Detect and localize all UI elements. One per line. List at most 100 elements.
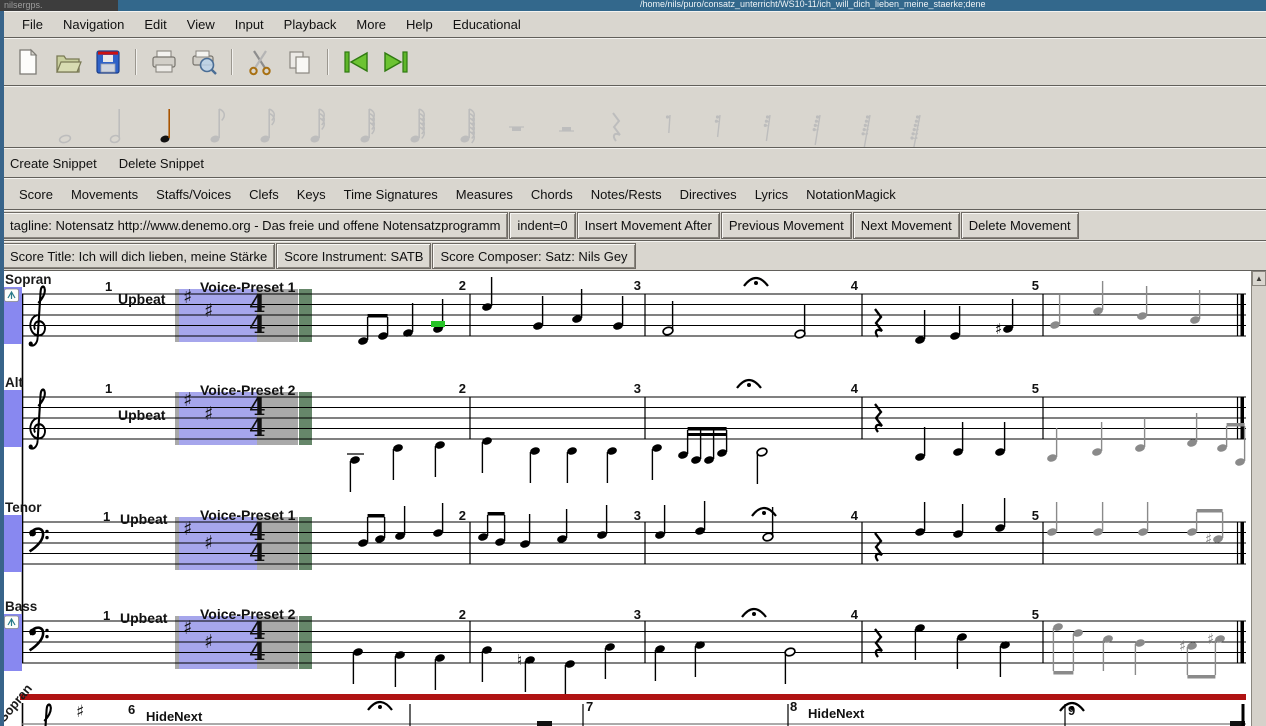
time-signature[interactable]: 4 (249, 637, 266, 666)
menu-movements[interactable]: Movements (62, 184, 147, 205)
delete-snippet-button[interactable]: Delete Snippet (119, 156, 204, 171)
measure-number: 4 (851, 508, 859, 523)
palette-sixteenth-rest[interactable] (692, 97, 742, 147)
staff-side-box[interactable] (2, 515, 22, 572)
menu-navigation[interactable]: Navigation (53, 14, 134, 35)
accidental-sharp: ♯ (1205, 530, 1212, 548)
score-title-button[interactable]: Score Title: Ich will dich lieben, meine… (2, 243, 275, 269)
print-preview-button[interactable] (187, 45, 221, 79)
menu-directives[interactable]: Directives (671, 184, 746, 205)
window-title-path: /home/nils/puro/consatz_unterricht/WS10-… (640, 0, 986, 10)
fermata-dot (752, 612, 756, 616)
menu-score[interactable]: Score (10, 184, 62, 205)
time-signature[interactable]: 4 (249, 310, 266, 339)
palette-whole-rest[interactable] (492, 97, 542, 147)
create-snippet-button[interactable]: Create Snippet (10, 156, 97, 171)
palette-onetwentyeighth-rest[interactable] (842, 97, 892, 147)
save-button[interactable] (91, 45, 125, 79)
menu-help[interactable]: Help (396, 14, 443, 35)
menu-staffs-voices[interactable]: Staffs/Voices (147, 184, 240, 205)
insert-movement-after-button[interactable]: Insert Movement After (577, 212, 720, 239)
menu-view[interactable]: View (177, 14, 225, 35)
menu-lyrics[interactable]: Lyrics (746, 184, 797, 205)
measure-number: 2 (459, 607, 466, 622)
menu-edit[interactable]: Edit (134, 14, 176, 35)
staff-label-tenor: Tenor (5, 500, 42, 515)
copy-button[interactable] (283, 45, 317, 79)
cut-button[interactable] (243, 45, 277, 79)
menu-more[interactable]: More (346, 14, 396, 35)
indent-button[interactable]: indent=0 (509, 212, 575, 239)
tagline-button[interactable]: tagline: Notensatz http://www.denemo.org… (2, 212, 508, 239)
score-directives-row: tagline: Notensatz http://www.denemo.org… (0, 210, 1266, 241)
time-signature[interactable]: 4 (249, 413, 266, 442)
bass-clef-dot (45, 530, 48, 533)
beam (1197, 509, 1223, 513)
palette-onetwentyeighth-note[interactable] (392, 97, 442, 147)
palette-thirtysecond-rest[interactable] (742, 97, 792, 147)
palette-half-rest[interactable] (542, 97, 592, 147)
fermata-dot (747, 383, 751, 387)
vertical-scrollbar[interactable]: ▲ (1251, 271, 1266, 726)
print-button[interactable] (147, 45, 181, 79)
cut-scissors-icon (246, 48, 274, 76)
menu-notes-rests[interactable]: Notes/Rests (582, 184, 671, 205)
hidenext-label: HideNext (146, 709, 203, 724)
go-first-icon (341, 48, 371, 76)
menu-educational[interactable]: Educational (443, 14, 531, 35)
scrollbar-up-arrow[interactable]: ▲ (1252, 271, 1266, 286)
palette-twofiftysixth-rest[interactable] (892, 97, 942, 147)
score-instrument-button[interactable]: Score Instrument: SATB (276, 243, 431, 269)
palette-eighth-note[interactable] (192, 97, 242, 147)
staff-label-sopran: Sopran (5, 272, 52, 287)
measure-number: 1 (105, 279, 112, 294)
menu-playback[interactable]: Playback (274, 14, 347, 35)
menu-file[interactable]: File (12, 14, 53, 35)
menu-time-signatures[interactable]: Time Signatures (335, 184, 447, 205)
new-document-button[interactable] (11, 45, 45, 79)
delete-movement-button[interactable]: Delete Movement (961, 212, 1079, 239)
key-signature-sharp: ♯ (204, 631, 213, 653)
open-button[interactable] (51, 45, 85, 79)
measure-number: 3 (634, 508, 641, 523)
go-to-end-button[interactable] (379, 45, 413, 79)
palette-quarter-rest[interactable] (592, 97, 642, 147)
upbeat-label: Upbeat (118, 291, 166, 307)
palette-sixteenth-note[interactable] (242, 97, 292, 147)
bass-clef-dot (45, 635, 48, 638)
input-cursor[interactable] (431, 321, 445, 327)
palette-half-note[interactable] (92, 97, 142, 147)
menu-clefs[interactable]: Clefs (240, 184, 288, 205)
measure-number: 5 (1032, 278, 1039, 293)
measure-number: 6 (128, 702, 135, 717)
palette-twofiftysixth-note[interactable] (442, 97, 492, 147)
next-movement-button[interactable]: Next Movement (853, 212, 960, 239)
key-signature-sharp: ♯ (76, 702, 84, 722)
fermata-dot (762, 511, 766, 515)
quarter-rest[interactable] (875, 533, 882, 561)
measure-number: 5 (1032, 607, 1039, 622)
palette-sixtyfourth-rest[interactable] (792, 97, 842, 147)
time-signature[interactable]: 4 (249, 538, 266, 567)
palette-quarter-note[interactable] (142, 97, 192, 147)
key-signature-sharp: ♯ (204, 300, 213, 322)
previous-movement-button[interactable]: Previous Movement (721, 212, 852, 239)
menu-measures[interactable]: Measures (447, 184, 522, 205)
menu-input[interactable]: Input (225, 14, 274, 35)
menu-chords[interactable]: Chords (522, 184, 582, 205)
staff-side-box[interactable] (2, 390, 22, 447)
menu-notationmagick[interactable]: NotationMagick (797, 184, 905, 205)
palette-sixtyfourth-note[interactable] (342, 97, 392, 147)
score-canvas[interactable]: ♯♯44Sopran1UpbeatVoice-Preset 12345♯♯♯44… (0, 271, 1266, 726)
score-composer-button[interactable]: Score Composer: Satz: Nils Gey (432, 243, 635, 269)
menu-keys[interactable]: Keys (288, 184, 335, 205)
palette-eighth-rest[interactable] (642, 97, 692, 147)
bass-clef-blob (29, 530, 36, 537)
hidenext-label: HideNext (808, 706, 865, 721)
window-titlebar[interactable]: nilsergps. /home/nils/puro/consatz_unter… (0, 0, 1266, 11)
palette-whole-note[interactable] (42, 97, 92, 147)
fermata-dot (378, 705, 382, 709)
quarter-rest[interactable] (875, 309, 882, 337)
go-to-beginning-button[interactable] (339, 45, 373, 79)
palette-thirtysecond-note[interactable] (292, 97, 342, 147)
